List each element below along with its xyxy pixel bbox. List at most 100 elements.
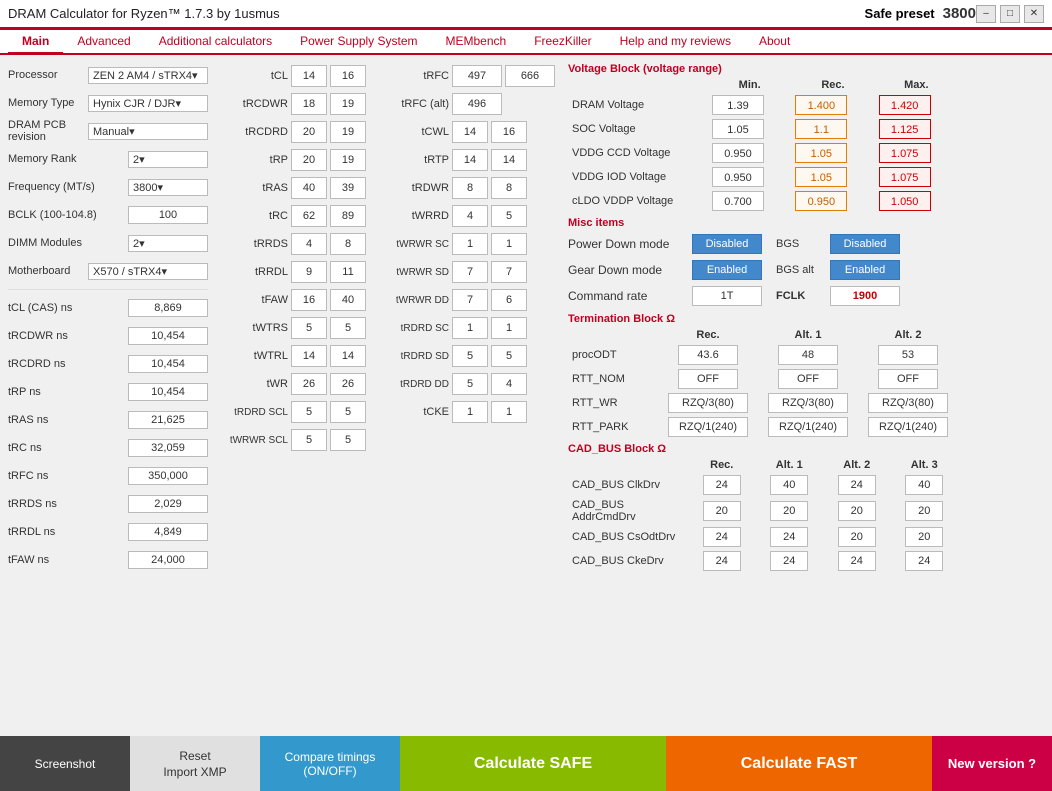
timing-row-trrdl: tRRDL 9 11 <box>216 259 371 285</box>
cad-row-addrcmddrv: CAD_BUS AddrCmdDrv 20 20 20 20 <box>568 497 958 525</box>
cad-ckedrv-alt2: 24 <box>838 551 876 571</box>
cad-csodtdrv-rec: 24 <box>703 527 741 547</box>
calculate-safe-button[interactable]: Calculate SAFE <box>400 736 666 791</box>
tab-main[interactable]: Main <box>8 30 63 55</box>
timing-row-trc: tRC 62 89 <box>216 203 371 229</box>
trcdwr-ns-value: 10,454 <box>128 327 208 345</box>
trrds-ns-value: 2,029 <box>128 495 208 513</box>
timing-panels: tCL 14 16 tRCDWR 18 19 tRCDRD 20 19 tRP … <box>216 63 1044 725</box>
motherboard-select[interactable]: X570 / sTRX4▾ <box>88 263 208 280</box>
cad-ckedrv-rec: 24 <box>703 551 741 571</box>
voltage-vddg-ccd-max: 1.075 <box>879 143 931 163</box>
new-version-button[interactable]: New version ? <box>932 736 1052 791</box>
timing-label-tcl: tCL <box>216 70 288 82</box>
voltage-col-rec: Rec. <box>791 77 874 93</box>
processor-label: Processor <box>8 69 58 81</box>
cad-csodtdrv-alt3: 20 <box>905 527 943 547</box>
voltage-cldo-max: 1.050 <box>879 191 931 211</box>
timing-tcwl-val1: 14 <box>452 121 488 143</box>
voltage-vddg-iod-rec: 1.05 <box>795 167 847 187</box>
timing-row-tcke: tCKE 1 1 <box>377 399 562 425</box>
misc-row-cmd-rate: Command rate 1T FCLK 1900 <box>568 283 958 309</box>
trcdwr-ns-label: tRCDWR ns <box>8 330 68 342</box>
timing-row-twrwr-dd: tWRWR DD 7 6 <box>377 287 562 313</box>
right-panel: Voltage Block (voltage range) Min. Rec. … <box>568 63 958 725</box>
timing-label-twrwr-sd: tWRWR SD <box>377 267 449 278</box>
tab-about[interactable]: About <box>745 30 804 55</box>
trp-ns-label: tRP ns <box>8 386 41 398</box>
pcb-select[interactable]: Manual▾ <box>88 123 208 140</box>
cad-row-csodtdrv: CAD_BUS CsOdtDrv 24 24 20 20 <box>568 525 958 549</box>
tab-membench[interactable]: MEMbench <box>432 30 521 55</box>
memory-type-select[interactable]: Hynix CJR / DJR▾ <box>88 95 208 112</box>
misc-row-power-down: Power Down mode Disabled BGS Disabled <box>568 231 958 257</box>
rank-select[interactable]: 2▾ <box>128 151 208 168</box>
timing-twrwr-dd-val1: 7 <box>452 289 488 311</box>
term-rtt-wr-alt2: RZQ/3(80) <box>868 393 948 413</box>
timing-trdrd-scl-val2: 5 <box>330 401 366 423</box>
voltage-row-vddg-ccd: VDDG CCD Voltage 0.950 1.05 1.075 <box>568 141 958 165</box>
termination-block: Termination Block Ω Rec. Alt. 1 Alt. 2 p… <box>568 313 958 439</box>
timing-row-tfaw: tFAW 16 40 <box>216 287 371 313</box>
timing-twr-val1: 26 <box>291 373 327 395</box>
freq-select[interactable]: 3800▾ <box>128 179 208 196</box>
term-rtt-wr-alt1: RZQ/3(80) <box>768 393 848 413</box>
trrdl-ns-label: tRRDL ns <box>8 526 55 538</box>
timing-row-trdrd-dd: tRDRD DD 5 4 <box>377 371 562 397</box>
trfc-ns-value: 350,000 <box>128 467 208 485</box>
termination-block-header: Termination Block Ω <box>568 313 958 325</box>
timing-tras-val1: 40 <box>291 177 327 199</box>
minimize-button[interactable]: – <box>976 5 996 23</box>
misc-val-gear-down: Enabled <box>692 260 762 280</box>
timing-label-trp: tRP <box>216 154 288 166</box>
tcl-ns-row: tCL (CAS) ns 8,869 <box>8 296 208 320</box>
cad-label-ckedrv: CAD_BUS CkeDrv <box>568 549 688 573</box>
voltage-soc-min: 1.05 <box>712 119 764 139</box>
voltage-label-soc: SOC Voltage <box>568 117 708 141</box>
timing-twrwr-sd-val1: 7 <box>452 261 488 283</box>
timing-trcdwr-val1: 18 <box>291 93 327 115</box>
term-row-rtt-wr: RTT_WR RZQ/3(80) RZQ/3(80) RZQ/3(80) <box>568 391 958 415</box>
timing-twrwr-scl-val1: 5 <box>291 429 327 451</box>
cad-col-alt1: Alt. 1 <box>756 457 824 473</box>
tab-additional[interactable]: Additional calculators <box>145 30 286 55</box>
motherboard-value: X570 / sTRX4▾ <box>93 265 167 278</box>
voltage-cldo-rec: 0.950 <box>795 191 847 211</box>
voltage-row-soc: SOC Voltage 1.05 1.1 1.125 <box>568 117 958 141</box>
timing-row-trfc: tRFC 497 666 <box>377 63 562 89</box>
cad-ckedrv-alt1: 24 <box>770 551 808 571</box>
maximize-button[interactable]: □ <box>1000 5 1020 23</box>
compare-button[interactable]: Compare timings (ON/OFF) <box>260 736 400 791</box>
misc-val-power-down: Disabled <box>692 234 762 254</box>
misc-block: Misc items Power Down mode Disabled BGS … <box>568 217 958 309</box>
cad-addrcmddrv-alt3: 20 <box>905 501 943 521</box>
term-row-rtt-park: RTT_PARK RZQ/1(240) RZQ/1(240) RZQ/1(240… <box>568 415 958 439</box>
tab-freezkiller[interactable]: FreezKiller <box>520 30 605 55</box>
voltage-vddg-ccd-min: 0.950 <box>712 143 764 163</box>
trp-ns-value: 10,454 <box>128 383 208 401</box>
close-button[interactable]: ✕ <box>1024 5 1044 23</box>
timing-tcl-val1: 14 <box>291 65 327 87</box>
dimm-select[interactable]: 2▾ <box>128 235 208 252</box>
tab-help[interactable]: Help and my reviews <box>606 30 745 55</box>
import-xmp-button[interactable]: Import XMP <box>163 765 226 779</box>
cad-clkdrv-alt1: 40 <box>770 475 808 495</box>
tab-power-supply[interactable]: Power Supply System <box>286 30 431 55</box>
timing-row-twrrd: tWRRD 4 5 <box>377 203 562 229</box>
timing-trtp-val1: 14 <box>452 149 488 171</box>
tcl-ns-value: 8,869 <box>128 299 208 317</box>
screenshot-button[interactable]: Screenshot <box>0 736 130 791</box>
timing-twrrd-val2: 5 <box>491 205 527 227</box>
term-label-rtt-park: RTT_PARK <box>568 415 658 439</box>
processor-select[interactable]: ZEN 2 AM4 / sTRX4▾ <box>88 67 208 84</box>
term-row-rtt-nom: RTT_NOM OFF OFF OFF <box>568 367 958 391</box>
tab-advanced[interactable]: Advanced <box>63 30 144 55</box>
new-version-label: New version ? <box>948 756 1036 771</box>
reset-button[interactable]: Reset <box>179 749 210 763</box>
calculate-fast-button[interactable]: Calculate FAST <box>666 736 932 791</box>
trrds-ns-label: tRRDS ns <box>8 498 57 510</box>
timing-twr-val2: 26 <box>330 373 366 395</box>
voltage-label-dram: DRAM Voltage <box>568 93 708 117</box>
timing-twtrl-val2: 14 <box>330 345 366 367</box>
misc-label-cmd-rate: Command rate <box>568 289 688 303</box>
